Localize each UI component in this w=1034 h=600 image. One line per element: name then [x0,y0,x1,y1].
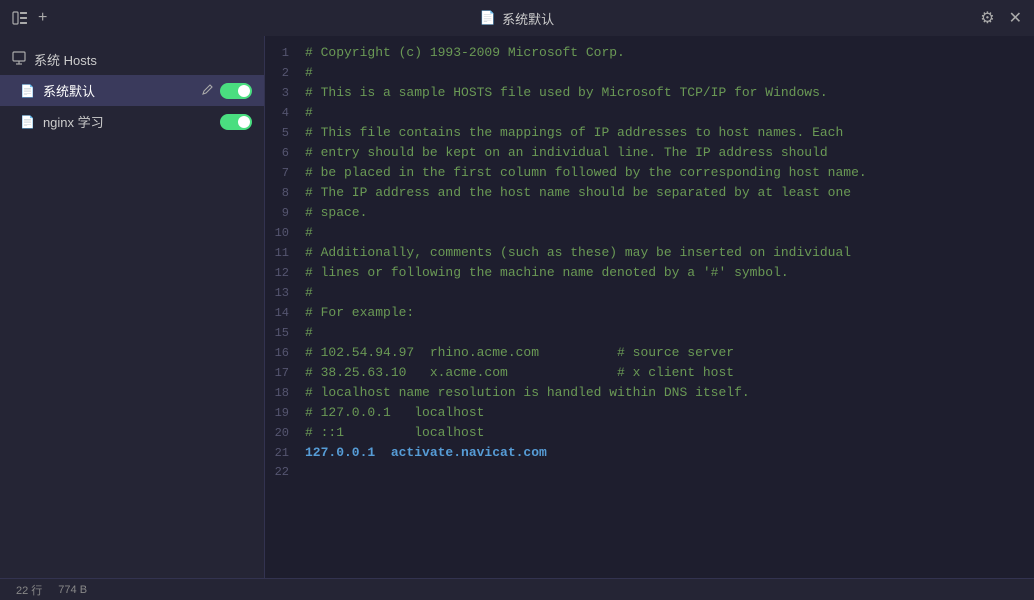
line-content-3: # This is a sample HOSTS file used by Mi… [305,85,828,100]
sidebar-item-label-1: 系统默认 [43,81,95,100]
title-file-icon: 📄 [480,10,496,26]
line-number-4: 4 [265,106,305,120]
line-number-3: 3 [265,86,305,100]
line-number-11: 11 [265,246,305,260]
line-content-20: # ::1 localhost [305,425,484,440]
sidebar: 系统 Hosts 📄 系统默认 📄 nginx 学习 [0,36,265,578]
line-content-11: # Additionally, comments (such as these)… [305,245,851,260]
line-number-8: 8 [265,186,305,200]
line-number-9: 9 [265,206,305,220]
line-content-21: 127.0.0.1 activate.navicat.com [305,445,547,460]
line-content-4: # [305,105,313,120]
sidebar-computer-icon [12,51,26,68]
code-line-17: 17# 38.25.63.10 x.acme.com # x client ho… [265,364,1034,384]
title-bar-center: 📄 系统默认 [480,9,554,28]
code-line-12: 12# lines or following the machine name … [265,264,1034,284]
sidebar-item-sys-default[interactable]: 📄 系统默认 [0,75,264,106]
line-number-7: 7 [265,166,305,180]
line-content-6: # entry should be kept on an individual … [305,145,828,160]
close-icon[interactable]: ✕ [1009,8,1022,28]
line-content-19: # 127.0.0.1 localhost [305,405,484,420]
line-number-19: 19 [265,406,305,420]
line-number-6: 6 [265,146,305,160]
sidebar-toggle-1[interactable] [220,83,252,99]
line-number-5: 5 [265,126,305,140]
code-line-16: 16# 102.54.94.97 rhino.acme.com # source… [265,344,1034,364]
settings-icon[interactable]: ⚙ [980,8,994,28]
line-number-16: 16 [265,346,305,360]
line-number-20: 20 [265,426,305,440]
line-content-13: # [305,285,313,300]
size-info: 774 B [58,584,87,596]
add-tab-icon[interactable]: + [38,9,47,27]
code-line-6: 6# entry should be kept on an individual… [265,144,1034,164]
line-number-12: 12 [265,266,305,280]
sidebar-file-icon-2: 📄 [20,115,35,129]
sidebar-item-nginx[interactable]: 📄 nginx 学习 [0,106,264,137]
line-number-10: 10 [265,226,305,240]
sidebar-edit-icon-1[interactable] [201,83,214,99]
line-number-15: 15 [265,326,305,340]
line-content-18: # localhost name resolution is handled w… [305,385,750,400]
sidebar-item-label-2: nginx 学习 [43,112,104,131]
status-bar: 22 行 774 B [0,578,1034,600]
code-line-11: 11# Additionally, comments (such as thes… [265,244,1034,264]
code-line-4: 4# [265,104,1034,124]
line-content-1: # Copyright (c) 1993-2009 Microsoft Corp… [305,45,625,60]
line-info: 22 行 [16,582,42,598]
line-content-15: # [305,325,313,340]
sidebar-item-icons-1 [201,83,252,99]
code-line-9: 9# space. [265,204,1034,224]
code-line-10: 10# [265,224,1034,244]
code-line-22: 22 [265,464,1034,484]
code-line-2: 2# [265,64,1034,84]
code-line-19: 19# 127.0.0.1 localhost [265,404,1034,424]
code-line-18: 18# localhost name resolution is handled… [265,384,1034,404]
line-content-5: # This file contains the mappings of IP … [305,125,843,140]
sidebar-item-icons-2 [220,114,252,130]
line-content-10: # [305,225,313,240]
main-layout: 系统 Hosts 📄 系统默认 📄 nginx 学习 [0,36,1034,578]
code-line-15: 15# [265,324,1034,344]
code-line-8: 8# The IP address and the host name shou… [265,184,1034,204]
title-bar-right: ⚙ ✕ [980,8,1022,28]
sidebar-toggle-2[interactable] [220,114,252,130]
code-line-7: 7# be placed in the first column followe… [265,164,1034,184]
line-content-9: # space. [305,205,367,220]
code-line-20: 20# ::1 localhost [265,424,1034,444]
code-line-14: 14# For example: [265,304,1034,324]
line-content-8: # The IP address and the host name shoul… [305,185,851,200]
line-number-2: 2 [265,66,305,80]
editor[interactable]: 1# Copyright (c) 1993-2009 Microsoft Cor… [265,36,1034,578]
line-content-16: # 102.54.94.97 rhino.acme.com # source s… [305,345,734,360]
line-content-14: # For example: [305,305,414,320]
sidebar-toggle-icon[interactable] [12,10,28,26]
line-number-21: 21 [265,446,305,460]
sidebar-section-label: 系统 Hosts [34,50,97,69]
sidebar-section-header[interactable]: 系统 Hosts [0,44,264,75]
line-number-17: 17 [265,366,305,380]
sidebar-file-icon-1: 📄 [20,84,35,98]
line-content-12: # lines or following the machine name de… [305,265,789,280]
line-number-18: 18 [265,386,305,400]
code-line-1: 1# Copyright (c) 1993-2009 Microsoft Cor… [265,44,1034,64]
line-content-2: # [305,65,313,80]
title-text: 系统默认 [502,9,554,28]
line-number-14: 14 [265,306,305,320]
line-number-13: 13 [265,286,305,300]
title-bar: + 📄 系统默认 ⚙ ✕ [0,0,1034,36]
title-bar-left: + [12,9,47,27]
code-line-3: 3# This is a sample HOSTS file used by M… [265,84,1034,104]
editor-content: 1# Copyright (c) 1993-2009 Microsoft Cor… [265,36,1034,578]
code-line-5: 5# This file contains the mappings of IP… [265,124,1034,144]
code-line-13: 13# [265,284,1034,304]
code-line-21: 21127.0.0.1 activate.navicat.com [265,444,1034,464]
line-content-17: # 38.25.63.10 x.acme.com # x client host [305,365,734,380]
line-number-1: 1 [265,46,305,60]
line-content-7: # be placed in the first column followed… [305,165,867,180]
line-number-22: 22 [265,465,305,479]
